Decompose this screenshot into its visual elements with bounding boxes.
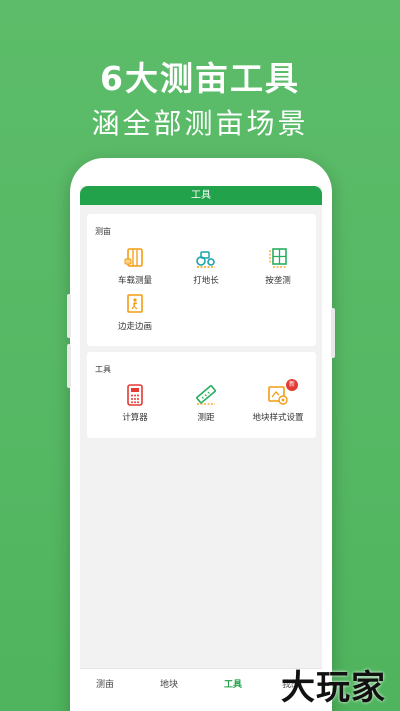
section-title-tools: 工具 <box>95 365 111 374</box>
tool-vehicle-measure[interactable]: 车载测量 <box>105 247 165 286</box>
new-badge: 新 <box>286 379 298 391</box>
tool-label: 车载测量 <box>117 276 152 286</box>
ridge-grid-icon <box>267 247 289 269</box>
tractor-icon <box>195 247 217 269</box>
walk-draw-icon <box>124 293 146 315</box>
tool-calculator[interactable]: 计算器 <box>105 384 165 423</box>
tool-tractor[interactable]: 打地长 <box>176 247 236 286</box>
tab-measure[interactable]: 测亩 <box>80 677 130 690</box>
vehicle-measure-icon <box>124 247 146 269</box>
tool-label: 计算器 <box>122 413 148 423</box>
tool-label: 按垄测 <box>265 276 291 286</box>
section-card-tools: 工具 计算器 测距 新 地块样式设置 <box>87 352 316 438</box>
promo-headline: 6大测亩工具 <box>100 59 300 98</box>
ruler-icon <box>195 384 217 406</box>
power-button <box>331 308 335 358</box>
plot-style-settings-icon: 新 <box>267 379 298 406</box>
page-title: 工具 <box>80 186 322 205</box>
tool-walk-draw[interactable]: 边走边画 <box>105 293 165 332</box>
volume-down-button <box>67 344 71 388</box>
watermark-logo: 大玩家 <box>281 668 386 708</box>
promo-subheadline: 涵全部测亩场景 <box>91 107 309 140</box>
calculator-icon <box>124 384 146 406</box>
tool-plot-style-settings[interactable]: 新 地块样式设置 <box>248 379 308 423</box>
tool-ridge-measure[interactable]: 按垄测 <box>248 247 308 286</box>
tool-label: 地块样式设置 <box>252 413 304 423</box>
volume-up-button <box>67 294 71 338</box>
tab-plots[interactable]: 地块 <box>144 677 194 690</box>
tool-label: 边走边画 <box>117 322 152 332</box>
tab-tools[interactable]: 工具 <box>208 677 258 690</box>
tool-distance[interactable]: 测距 <box>176 384 236 423</box>
section-title-measure: 测亩 <box>95 227 111 236</box>
section-card-measure: 测亩 车载测量 打地长 按垄测 边走边画 <box>87 214 316 346</box>
app-screen: 工具 测亩 车载测量 打地长 按垄测 边走边画 工具 计算器 测距 新 地块样式… <box>80 186 322 711</box>
tool-label: 测距 <box>197 413 215 423</box>
tool-label: 打地长 <box>193 276 219 286</box>
